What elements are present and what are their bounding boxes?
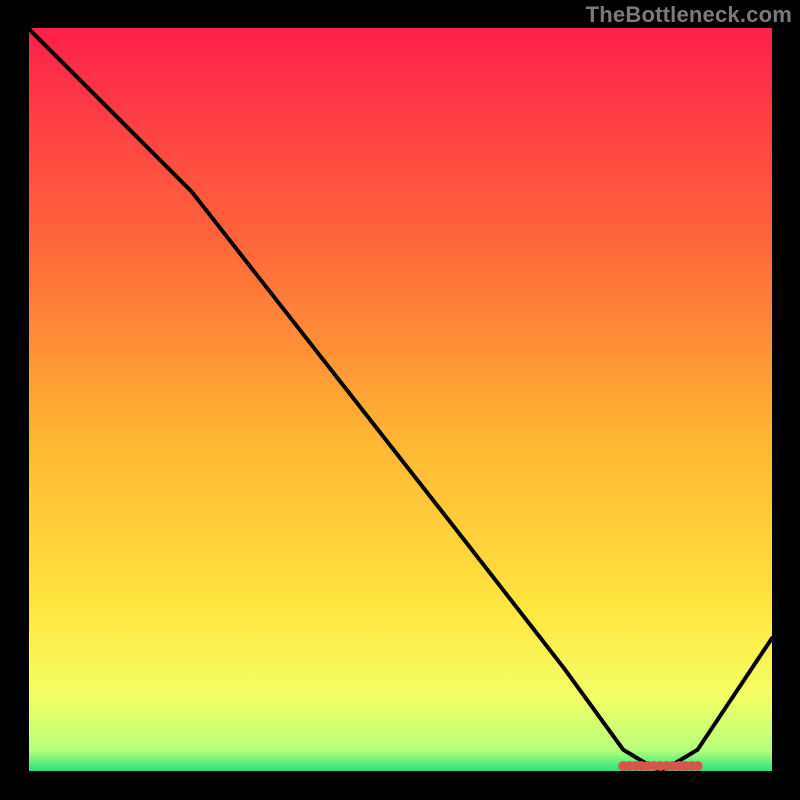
plot-area [28,28,772,772]
watermark-text: TheBottleneck.com [586,2,792,28]
optimal-marker [618,761,702,771]
chart-svg [28,28,772,772]
chart-frame: TheBottleneck.com [0,0,800,800]
marker-dot [693,761,703,771]
